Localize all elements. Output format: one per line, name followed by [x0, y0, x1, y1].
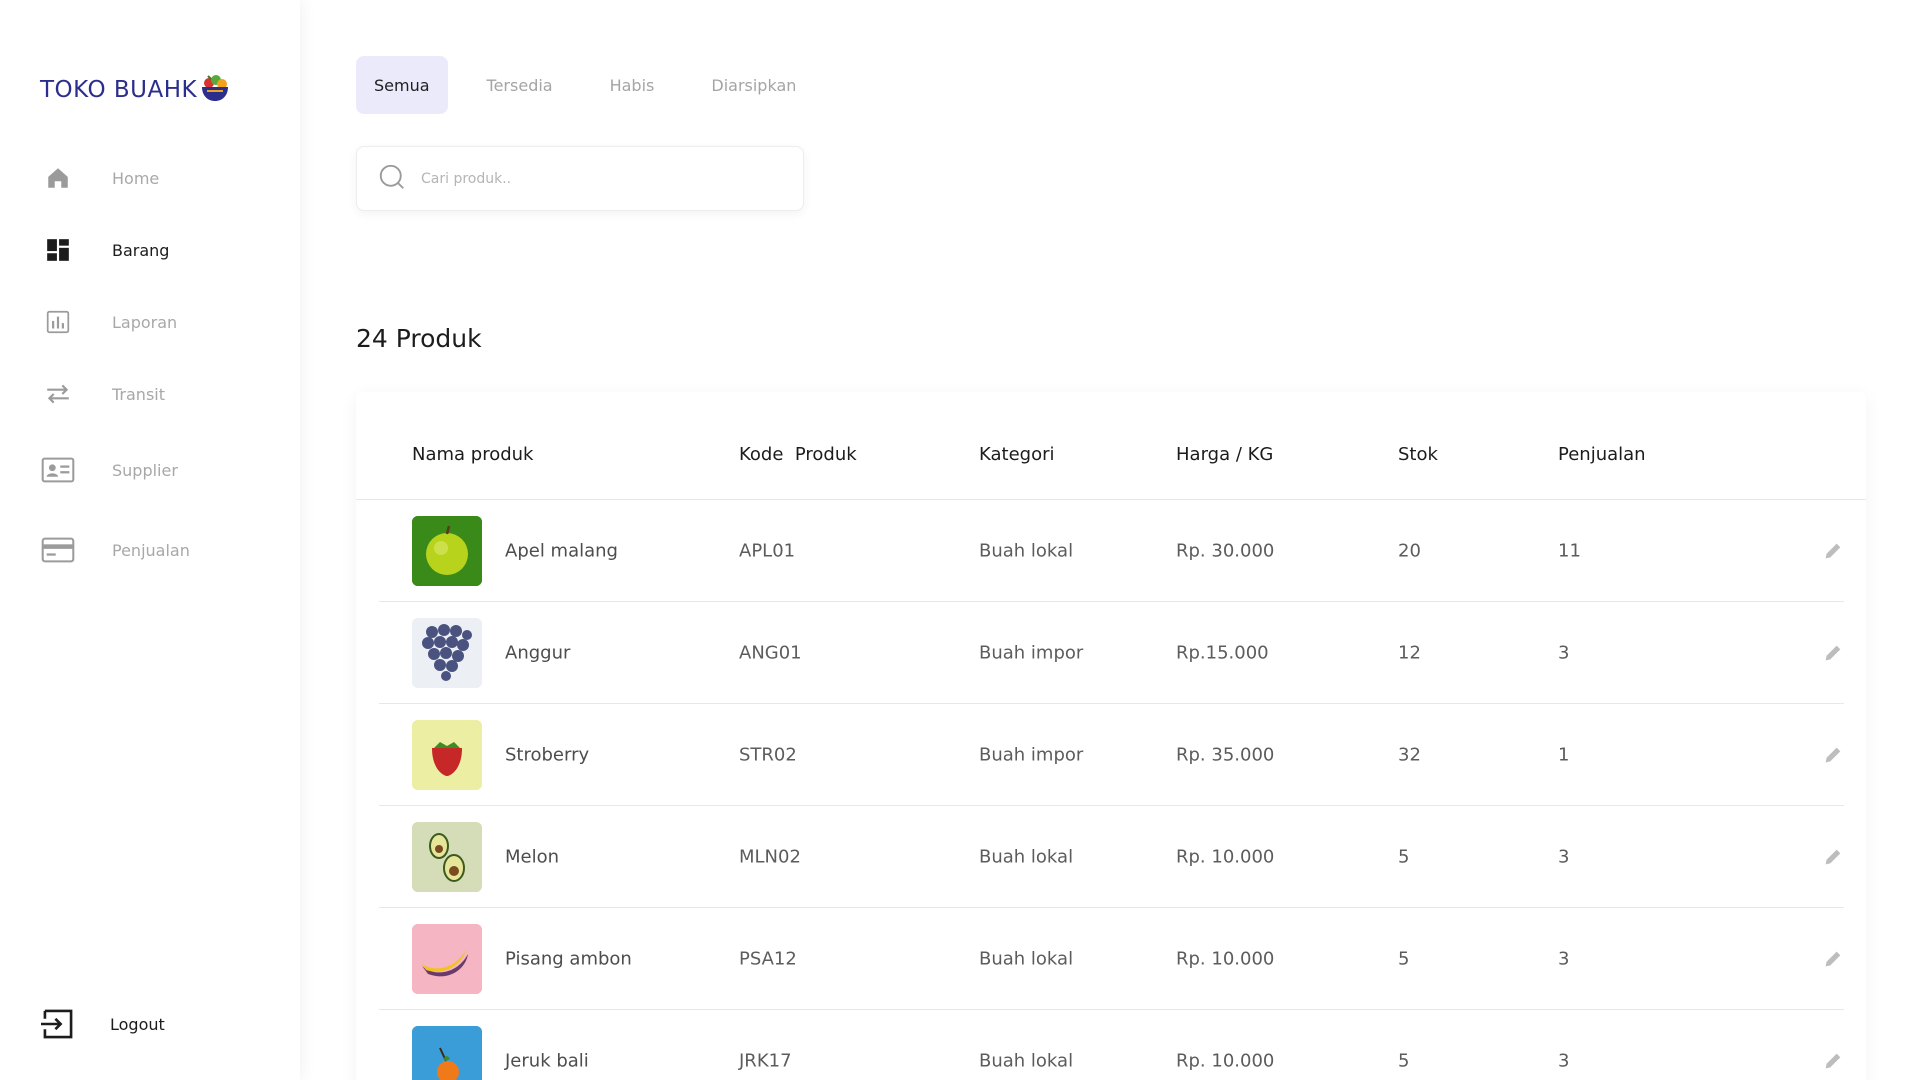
column-header[interactable]: Harga / KG [1176, 444, 1273, 465]
product-price: Rp. 35.000 [1176, 744, 1275, 765]
table-row[interactable]: Pisang ambon PSA12 Buah lokal Rp. 10.000… [379, 908, 1844, 1010]
product-code: PSA12 [739, 948, 797, 969]
product-stock: 12 [1398, 642, 1421, 663]
product-name: Anggur [505, 642, 571, 663]
edit-pencil-icon[interactable] [1822, 540, 1844, 562]
product-stock: 5 [1398, 846, 1410, 867]
column-header[interactable]: Kode Produk [739, 444, 857, 465]
product-image-avocado [412, 822, 482, 892]
sidebar-item-label: Penjualan [112, 540, 190, 560]
product-stock: 5 [1398, 948, 1410, 969]
product-price: Rp. 10.000 [1176, 1050, 1275, 1071]
logout-icon [40, 1006, 76, 1042]
column-header[interactable]: Penjualan [1558, 444, 1646, 465]
product-price: Rp. 10.000 [1176, 846, 1275, 867]
filter-tabs: Semua Tersedia Habis Diarsipkan [356, 56, 835, 114]
app-logo[interactable]: TOKO BUAHK [40, 72, 231, 108]
sidebar-item-barang[interactable]: Barang [40, 232, 169, 268]
product-price: Rp.15.000 [1176, 642, 1269, 663]
logout-label: Logout [110, 1014, 165, 1034]
sidebar-item-label: Transit [112, 384, 165, 404]
logo-text: TOKO BUAHK [40, 77, 198, 103]
product-price: Rp. 10.000 [1176, 948, 1275, 969]
sidebar-item-penjualan[interactable]: Penjualan [40, 532, 190, 568]
edit-pencil-icon[interactable] [1822, 846, 1844, 868]
dashboard-icon [40, 232, 76, 268]
product-name: Pisang ambon [505, 948, 632, 969]
product-code: JRK17 [739, 1050, 792, 1071]
product-name: Apel malang [505, 540, 618, 561]
search-box [356, 146, 804, 211]
home-icon [40, 160, 76, 196]
edit-pencil-icon[interactable] [1822, 744, 1844, 766]
product-code: APL01 [739, 540, 796, 561]
tab-semua[interactable]: Semua [356, 56, 448, 114]
main-content: Semua Tersedia Habis Diarsipkan 24 Produ… [300, 0, 1920, 1080]
edit-pencil-icon[interactable] [1822, 642, 1844, 664]
product-stock: 20 [1398, 540, 1421, 561]
column-header[interactable]: Nama produk [412, 444, 533, 465]
product-sales: 11 [1558, 540, 1581, 561]
table-row[interactable]: Stroberry STR02 Buah impor Rp. 35.000 32… [379, 704, 1844, 806]
sidebar-item-transit[interactable]: Transit [40, 376, 165, 412]
table-row[interactable]: Melon MLN02 Buah lokal Rp. 10.000 5 3 [379, 806, 1844, 908]
search-icon [377, 162, 407, 196]
sidebar-item-home[interactable]: Home [40, 160, 159, 196]
sidebar-item-laporan[interactable]: Laporan [40, 304, 177, 340]
tab-habis[interactable]: Habis [592, 56, 673, 114]
product-image-orange [412, 1026, 482, 1080]
product-sales: 3 [1558, 1050, 1570, 1071]
product-category: Buah lokal [979, 540, 1074, 561]
table-row[interactable]: Apel malang APL01 Buah lokal Rp. 30.000 … [379, 500, 1844, 602]
sidebar-item-label: Home [112, 168, 160, 188]
product-name: Jeruk bali [505, 1050, 589, 1071]
logout-button[interactable]: Logout [40, 1006, 165, 1042]
sidebar: TOKO BUAHK Home Barang Laporan Transit S… [0, 0, 300, 1080]
product-image-apple [412, 516, 482, 586]
chart-icon [40, 304, 76, 340]
tab-tersedia[interactable]: Tersedia [469, 56, 571, 114]
product-stock: 5 [1398, 1050, 1410, 1071]
sidebar-item-supplier[interactable]: Supplier [40, 452, 178, 488]
product-sales: 3 [1558, 846, 1570, 867]
search-input[interactable] [421, 170, 781, 187]
column-header[interactable]: Kategori [979, 444, 1055, 465]
table-row[interactable]: Anggur ANG01 Buah impor Rp.15.000 12 3 [379, 602, 1844, 704]
product-code: STR02 [739, 744, 797, 765]
product-name: Melon [505, 846, 560, 867]
transfer-icon [40, 376, 76, 412]
product-category: Buah lokal [979, 948, 1074, 969]
product-sales: 3 [1558, 642, 1570, 663]
product-price: Rp. 30.000 [1176, 540, 1275, 561]
credit-card-icon [40, 532, 76, 568]
table-row[interactable]: Jeruk bali JRK17 Buah lokal Rp. 10.000 5… [379, 1010, 1844, 1080]
product-stock: 32 [1398, 744, 1421, 765]
column-header[interactable]: Stok [1398, 444, 1438, 465]
product-category: Buah impor [979, 744, 1084, 765]
product-category: Buah lokal [979, 1050, 1074, 1071]
sidebar-item-label: Barang [112, 240, 170, 260]
product-image-strawberry [412, 720, 482, 790]
contact-card-icon [40, 452, 76, 488]
product-sales: 1 [1558, 744, 1570, 765]
product-sales: 3 [1558, 948, 1570, 969]
product-code: MLN02 [739, 846, 801, 867]
product-name: Stroberry [505, 744, 590, 765]
tab-diarsipkan[interactable]: Diarsipkan [693, 56, 814, 114]
edit-pencil-icon[interactable] [1822, 948, 1844, 970]
sidebar-item-label: Laporan [112, 312, 178, 332]
product-image-banana [412, 924, 482, 994]
product-code: ANG01 [739, 642, 802, 663]
product-category: Buah lokal [979, 846, 1074, 867]
fruit-bowl-icon [199, 72, 231, 108]
edit-pencil-icon[interactable] [1822, 1050, 1844, 1072]
product-count-title: 24 Produk [356, 324, 482, 353]
sidebar-item-label: Supplier [112, 460, 178, 480]
product-category: Buah impor [979, 642, 1084, 663]
product-table: Nama produk Kode Produk Kategori Harga /… [356, 392, 1866, 1080]
product-image-grape [412, 618, 482, 688]
table-header: Nama produk Kode Produk Kategori Harga /… [356, 392, 1866, 500]
